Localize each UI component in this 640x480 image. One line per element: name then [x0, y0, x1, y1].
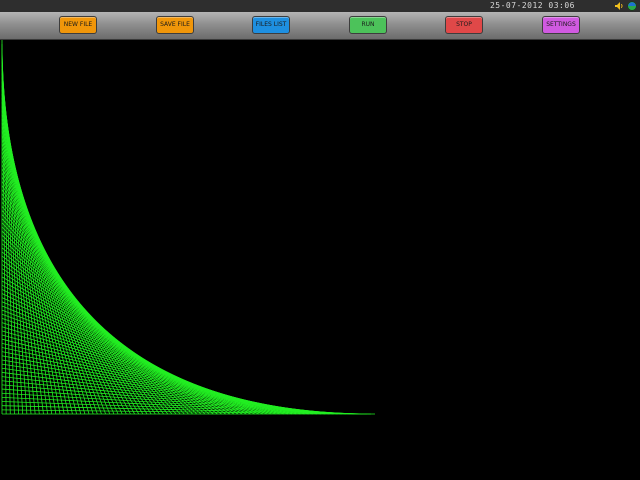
files-list-button[interactable]: FILES LIST: [252, 16, 290, 34]
toolbar: NEW FILE SAVE FILE FILES LIST RUN STOP S…: [0, 12, 640, 40]
curve-drawing: [1, 40, 375, 415]
run-button[interactable]: RUN: [349, 16, 387, 34]
curve-line: [1, 405, 367, 415]
desktop-screen: 25-07-2012 03:06 NEW FILE SAVE FILE FILE…: [0, 0, 640, 480]
settings-button[interactable]: SETTINGS: [542, 16, 580, 34]
stop-button[interactable]: STOP: [445, 16, 483, 34]
clock: 25-07-2012 03:06: [489, 1, 575, 10]
new-file-button[interactable]: NEW FILE: [59, 16, 97, 34]
drawing-canvas[interactable]: [0, 40, 640, 480]
network-icon[interactable]: [627, 1, 637, 11]
speaker-icon[interactable]: [614, 1, 624, 11]
curve-line: [1, 255, 218, 415]
save-file-button[interactable]: SAVE FILE: [156, 16, 194, 34]
